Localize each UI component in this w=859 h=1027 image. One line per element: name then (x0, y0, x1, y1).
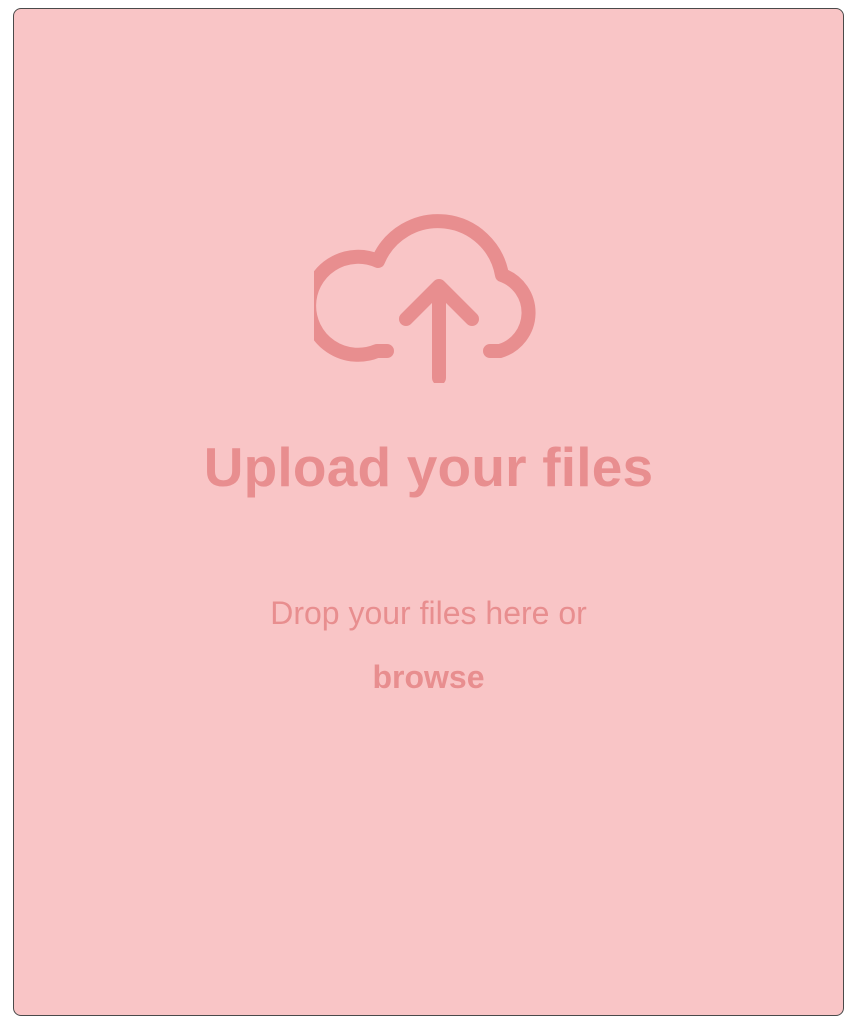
cloud-upload-icon (314, 203, 546, 383)
browse-link[interactable]: browse (14, 657, 843, 697)
drop-instruction: Drop your files here or (270, 595, 587, 631)
file-drop-zone[interactable]: Upload your files Drop your files here o… (13, 8, 844, 1016)
upload-title: Upload your files (203, 436, 654, 498)
